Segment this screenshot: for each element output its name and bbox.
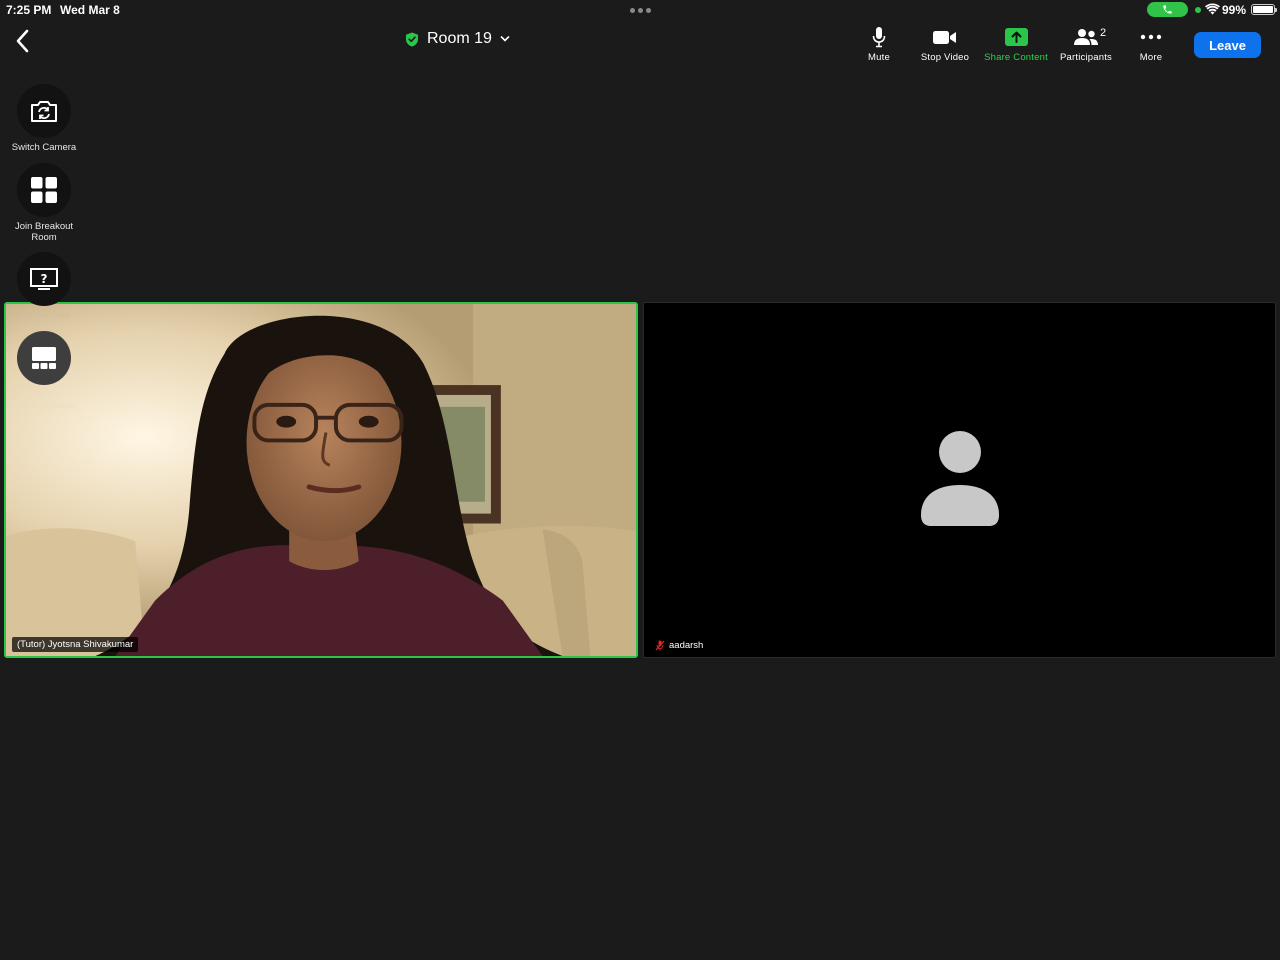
- multitasking-dots-icon[interactable]: [630, 8, 651, 13]
- camera-rotate-icon: [31, 101, 57, 122]
- mute-button[interactable]: Mute: [860, 26, 898, 66]
- shield-check-icon: [406, 32, 418, 46]
- status-bar: 7:25 PM Wed Mar 8 99%: [0, 0, 1280, 20]
- video-camera-icon: [933, 31, 956, 44]
- stop-video-button[interactable]: Stop Video: [914, 26, 976, 66]
- participant-name: aadarsh: [669, 640, 704, 651]
- speaker-layout-icon: [32, 347, 56, 369]
- mute-label: Mute: [868, 52, 890, 63]
- join-breakout-label: Join Breakout Room: [14, 221, 74, 243]
- people-icon: [1074, 29, 1098, 45]
- status-date: Wed Mar 8: [60, 3, 120, 17]
- switch-camera-button[interactable]: Switch Camera: [8, 84, 80, 153]
- participant-name-tag: (Tutor) Jyotsna Shivakumar: [12, 637, 139, 652]
- stop-video-label: Stop Video: [920, 52, 970, 63]
- microphone-icon: [872, 27, 886, 48]
- switch-camera-label: Switch Camera: [11, 142, 77, 153]
- join-breakout-room-button[interactable]: Join Breakout Room: [8, 163, 80, 243]
- wifi-icon: [1205, 3, 1220, 15]
- meeting-title-dropdown[interactable]: Room 19: [405, 30, 510, 48]
- muted-mic-icon: [655, 640, 665, 651]
- participant-name-tag: aadarsh: [650, 638, 709, 653]
- share-content-button[interactable]: Share Content: [978, 26, 1054, 66]
- person-avatar-icon: [921, 431, 999, 526]
- ask-for-help-label: Ask For Help: [16, 310, 72, 321]
- battery-icon: [1251, 4, 1277, 15]
- active-call-indicator[interactable]: [1147, 2, 1188, 17]
- participants-button[interactable]: Participants: [1054, 26, 1118, 66]
- switch-speaker-label: Switch to Active Speaker: [12, 389, 76, 411]
- ellipsis-icon: [1140, 34, 1162, 40]
- battery-percentage: 99%: [1222, 3, 1247, 17]
- grid-icon: [31, 177, 57, 203]
- share-content-label: Share Content: [984, 52, 1048, 63]
- camera-feed-image: [6, 304, 636, 656]
- share-upload-icon: [1004, 28, 1028, 46]
- more-label: More: [1139, 52, 1163, 63]
- more-button[interactable]: More: [1133, 26, 1169, 66]
- switch-to-active-speaker-button[interactable]: Switch to Active Speaker: [8, 331, 80, 411]
- meeting-title: Room 19: [427, 30, 492, 47]
- chevron-left-icon: [16, 29, 29, 53]
- participants-label: Participants: [1059, 52, 1113, 63]
- status-time: 7:25 PM: [6, 3, 52, 17]
- phone-icon: [1163, 5, 1172, 14]
- camera-in-use-dot: [1195, 7, 1201, 13]
- ask-for-help-button[interactable]: ? Ask For Help: [8, 252, 80, 321]
- chevron-down-icon: [500, 36, 510, 42]
- question-icon: ?: [30, 268, 58, 290]
- leave-button[interactable]: Leave: [1194, 32, 1261, 58]
- video-tile-student[interactable]: aadarsh: [643, 302, 1276, 658]
- back-button[interactable]: [12, 28, 34, 54]
- participant-count-badge: 2: [1100, 27, 1107, 39]
- video-tile-tutor[interactable]: (Tutor) Jyotsna Shivakumar: [4, 302, 638, 658]
- svg-text:?: ?: [41, 272, 48, 286]
- participant-name: (Tutor) Jyotsna Shivakumar: [17, 639, 134, 650]
